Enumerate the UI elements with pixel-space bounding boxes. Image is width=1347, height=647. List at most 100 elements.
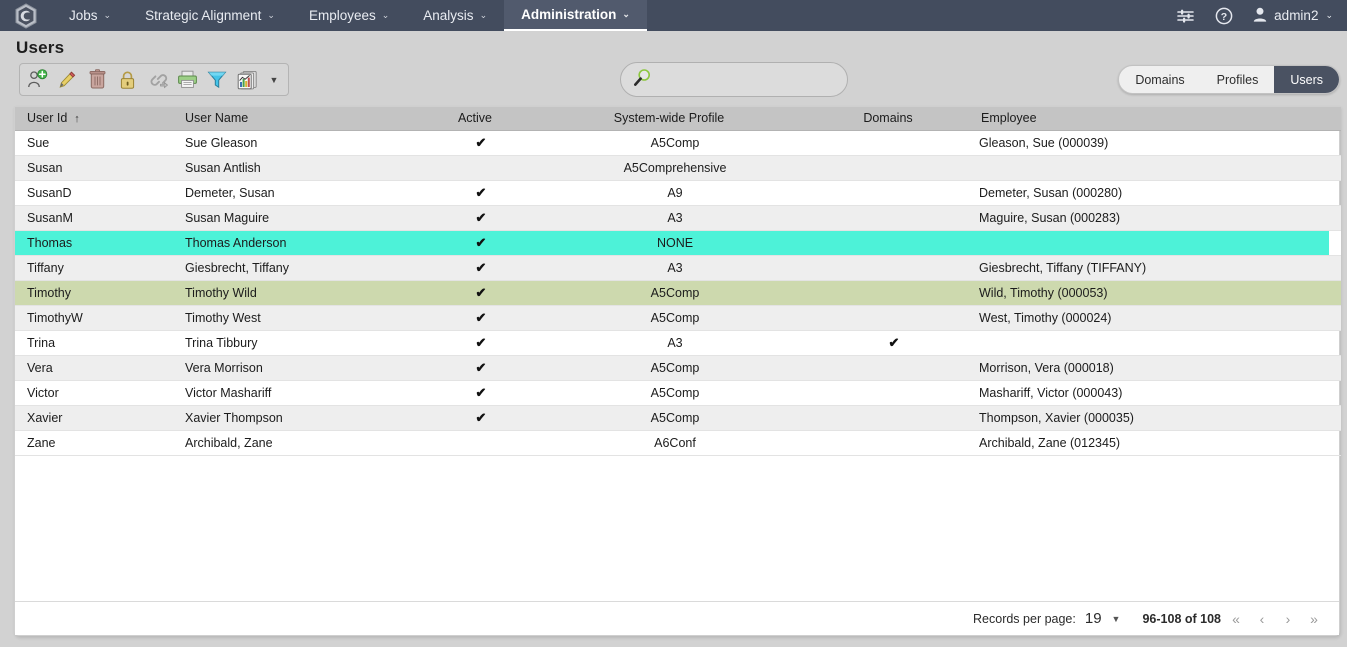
- next-page-button[interactable]: ›: [1277, 608, 1299, 630]
- main-menu: Jobs ⌄ Strategic Alignment ⌄ Employees ⌄…: [52, 0, 647, 31]
- records-per-page-dropdown-icon[interactable]: ▼: [1112, 614, 1121, 624]
- user-avatar-icon: [1253, 7, 1267, 25]
- cell-domains: [809, 130, 967, 156]
- search-box[interactable]: [620, 62, 848, 97]
- sliders-icon[interactable]: [1176, 8, 1195, 24]
- table-row[interactable]: Victor Victor Mashariff ✔ A5Comp Mashariff, …: [15, 380, 1341, 406]
- checkmark-icon: ✔: [475, 384, 487, 400]
- cell-system-wide-profile: A5Comp: [529, 355, 809, 381]
- checkmark-icon: ✔: [475, 209, 487, 225]
- cell-user-id: SusanM: [15, 205, 173, 231]
- lock-icon[interactable]: [116, 68, 138, 92]
- cell-user-id: Vera: [15, 355, 173, 381]
- table-row[interactable]: Xavier Xavier Thompson ✔ A5Comp Thompson, Xa…: [15, 405, 1341, 431]
- action-toolbar: ▼: [19, 63, 289, 96]
- column-header-system-wide-profile[interactable]: System-wide Profile: [529, 107, 809, 131]
- cell-user-id: Xavier: [15, 405, 173, 431]
- cell-domains: ✔: [809, 330, 967, 356]
- sort-ascending-icon: ↑: [74, 113, 80, 126]
- cell-domains: [809, 405, 967, 431]
- tab-profiles[interactable]: Profiles: [1201, 66, 1275, 93]
- page-title: Users: [16, 38, 65, 57]
- nav-item-label: Employees: [308, 8, 376, 23]
- reports-icon[interactable]: [236, 68, 258, 92]
- toolbar-overflow-caret-icon[interactable]: ▼: [266, 68, 282, 92]
- cell-system-wide-profile: A3: [529, 330, 809, 356]
- cell-active: ✔: [421, 380, 529, 406]
- cell-user-name: Susan Maguire: [173, 205, 421, 231]
- delete-trash-icon[interactable]: [86, 68, 108, 92]
- chevron-down-icon: ⌄: [103, 10, 112, 20]
- cell-system-wide-profile: A3: [529, 205, 809, 231]
- table-header-row: User Id ↑ User Name Active System-wide Pr…: [15, 107, 1341, 131]
- cell-user-name: Demeter, Susan: [173, 180, 421, 206]
- nav-item-strategic-alignment[interactable]: Strategic Alignment ⌄: [128, 0, 292, 31]
- checkmark-icon: ✔: [475, 334, 487, 350]
- cell-employee: Archibald, Zane (012345): [967, 430, 1341, 456]
- user-menu[interactable]: admin2 ⌄: [1253, 7, 1333, 25]
- cell-active: ✔: [421, 255, 529, 281]
- table-row[interactable]: SusanM Susan Maguire ✔ A3 Maguire, Susan (00…: [15, 205, 1341, 231]
- cell-system-wide-profile: A5Comp: [529, 130, 809, 156]
- column-header-employee[interactable]: Employee: [967, 107, 1341, 131]
- cell-active: ✔: [421, 230, 529, 256]
- nav-item-analysis[interactable]: Analysis ⌄: [406, 0, 504, 31]
- cell-active: ✔: [421, 180, 529, 206]
- nav-right-actions: ? admin2 ⌄: [1176, 0, 1347, 31]
- tab-domains[interactable]: Domains: [1119, 66, 1200, 93]
- cell-user-id: Timothy: [15, 280, 173, 306]
- table-row[interactable]: TimothyW Timothy West ✔ A5Comp West, Timothy…: [15, 305, 1341, 331]
- tab-users[interactable]: Users: [1274, 66, 1339, 93]
- records-per-page-value[interactable]: 19: [1085, 610, 1102, 627]
- cell-user-name: Thomas Anderson: [173, 230, 421, 256]
- column-header-domains[interactable]: Domains: [809, 107, 967, 131]
- cell-user-id: Susan: [15, 155, 173, 181]
- record-range-label: 96-108 of 108: [1142, 611, 1221, 626]
- cell-domains: [809, 205, 967, 231]
- column-header-user-name[interactable]: User Name: [173, 107, 421, 131]
- nav-item-label: Strategic Alignment: [145, 8, 262, 23]
- print-icon[interactable]: [176, 68, 198, 92]
- cell-system-wide-profile: A6Conf: [529, 430, 809, 456]
- cell-system-wide-profile: A5Comprehensive: [529, 155, 809, 181]
- table-row[interactable]: Thomas Thomas Anderson ✔ NONE: [15, 230, 1341, 256]
- app-logo[interactable]: [0, 0, 52, 31]
- cell-user-id: Tiffany: [15, 255, 173, 281]
- column-header-user-id[interactable]: User Id ↑: [15, 107, 173, 131]
- cell-user-id: TimothyW: [15, 305, 173, 331]
- prev-page-button[interactable]: ‹: [1251, 608, 1273, 630]
- table-row[interactable]: Sue Sue Gleason ✔ A5Comp Gleason, Sue (00003…: [15, 130, 1341, 156]
- filter-funnel-icon[interactable]: [206, 68, 228, 92]
- table-row[interactable]: Zane Archibald, Zane A6Conf Archibald, Zane…: [15, 430, 1341, 456]
- column-header-active[interactable]: Active: [421, 107, 529, 131]
- table-row[interactable]: Susan Susan Antlish A5Comprehensive: [15, 155, 1341, 181]
- table-row[interactable]: Tiffany Giesbrecht, Tiffany ✔ A3 Giesbrecht,…: [15, 255, 1341, 281]
- view-tabs: Domains Profiles Users: [1118, 65, 1340, 94]
- add-user-icon[interactable]: [26, 68, 48, 92]
- checkmark-icon: ✔: [475, 134, 487, 150]
- svg-text:?: ?: [1221, 11, 1227, 23]
- link-chain-icon[interactable]: [146, 68, 168, 92]
- nav-item-employees[interactable]: Employees ⌄: [292, 0, 406, 31]
- cell-system-wide-profile: A9: [529, 180, 809, 206]
- cell-active: ✔: [421, 405, 529, 431]
- table-row[interactable]: Timothy Timothy Wild ✔ A5Comp Wild, Timothy …: [15, 280, 1341, 306]
- nav-item-administration[interactable]: Administration ⌄: [504, 0, 647, 31]
- last-page-button[interactable]: »: [1303, 608, 1325, 630]
- cell-domains: [809, 380, 967, 406]
- cell-active: ✔: [421, 130, 529, 156]
- table-row[interactable]: Trina Trina Tibbury ✔ A3 ✔: [15, 330, 1341, 356]
- cell-active: ✔: [421, 280, 529, 306]
- edit-pencil-icon[interactable]: [56, 68, 78, 92]
- search-input[interactable]: [660, 72, 840, 87]
- nav-item-jobs[interactable]: Jobs ⌄: [52, 0, 128, 31]
- first-page-button[interactable]: «: [1225, 608, 1247, 630]
- chevron-down-icon: ⌄: [267, 10, 275, 20]
- cell-user-name: Susan Antlish: [173, 155, 421, 181]
- table-row[interactable]: SusanD Demeter, Susan ✔ A9 Demeter, Susan (0…: [15, 180, 1341, 206]
- table-row[interactable]: Vera Vera Morrison ✔ A5Comp Morrison, Vera (…: [15, 355, 1341, 381]
- checkmark-icon: ✔: [475, 259, 487, 275]
- cell-system-wide-profile: A5Comp: [529, 305, 809, 331]
- cell-system-wide-profile: A5Comp: [529, 280, 809, 306]
- help-circle-icon[interactable]: ?: [1215, 7, 1233, 25]
